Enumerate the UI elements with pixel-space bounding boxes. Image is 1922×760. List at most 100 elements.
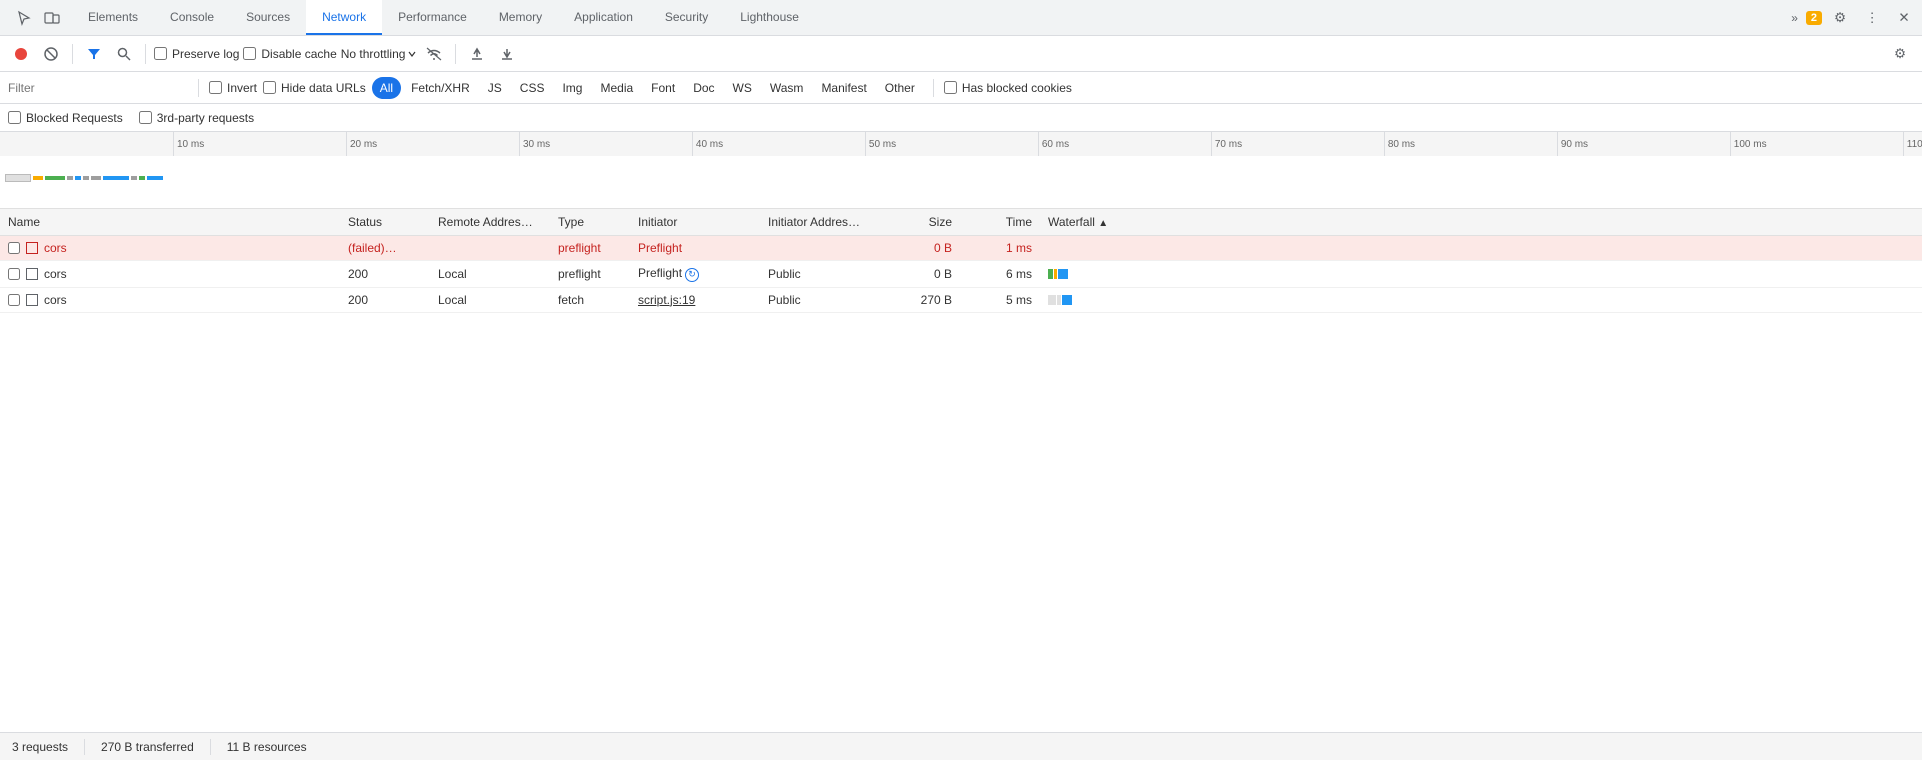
network-panel-settings-icon[interactable]: ⚙	[1886, 40, 1914, 68]
disable-cache-checkbox[interactable]	[243, 47, 256, 60]
tab-elements[interactable]: Elements	[72, 0, 154, 35]
filter-btn-ws[interactable]: WS	[725, 77, 760, 99]
wf-segment	[1054, 269, 1057, 279]
row-name: cors	[44, 241, 67, 255]
filter-btn-img[interactable]: Img	[554, 77, 590, 99]
wf-segment	[1057, 295, 1061, 305]
row-size: 0 B	[880, 261, 960, 288]
filter-btn-manifest[interactable]: Manifest	[813, 77, 874, 99]
wf-tick: 50 ms	[865, 132, 896, 156]
preflight-refresh-icon: ↻	[685, 268, 699, 282]
tab-network[interactable]: Network	[306, 0, 382, 35]
has-blocked-cookies-text: Has blocked cookies	[962, 81, 1072, 95]
tab-memory[interactable]: Memory	[483, 0, 558, 35]
waterfall-timeline: 10 ms20 ms30 ms40 ms50 ms60 ms70 ms80 ms…	[0, 132, 1922, 209]
tab-security[interactable]: Security	[649, 0, 724, 35]
filter-btn-css[interactable]: CSS	[512, 77, 553, 99]
device-toggle-icon[interactable]	[40, 6, 64, 30]
preserve-log-label[interactable]: Preserve log	[154, 47, 239, 61]
filter-btn-media[interactable]: Media	[592, 77, 641, 99]
col-header-remote[interactable]: Remote Addres…	[430, 209, 550, 236]
preserve-log-text: Preserve log	[172, 47, 239, 61]
resources-size: 11 B resources	[227, 740, 307, 754]
settings-icon[interactable]: ⚙	[1826, 4, 1854, 32]
third-party-checkbox[interactable]	[139, 111, 152, 124]
row-remote	[430, 236, 550, 261]
disable-cache-text: Disable cache	[261, 47, 336, 61]
row-checkbox[interactable]	[8, 294, 20, 306]
preserve-log-checkbox[interactable]	[154, 47, 167, 60]
row-init-addr: Public	[760, 261, 880, 288]
col-header-size[interactable]: Size	[880, 209, 960, 236]
col-header-status[interactable]: Status	[340, 209, 430, 236]
clear-btn[interactable]	[38, 41, 64, 67]
hide-data-urls-checkbox[interactable]	[263, 81, 276, 94]
filter-btn-doc[interactable]: Doc	[685, 77, 722, 99]
tab-console[interactable]: Console	[154, 0, 230, 35]
filter-toggle-btn[interactable]	[81, 41, 107, 67]
row-indicator	[26, 294, 38, 306]
row-initiator: script.js:19	[630, 287, 760, 312]
col-header-name[interactable]: Name	[0, 209, 340, 236]
wf-tick: 60 ms	[1038, 132, 1069, 156]
tab-performance[interactable]: Performance	[382, 0, 483, 35]
record-btn[interactable]	[8, 41, 34, 67]
filter-btn-font[interactable]: Font	[643, 77, 683, 99]
invert-text: Invert	[227, 81, 257, 95]
wf-tick: 20 ms	[346, 132, 377, 156]
devtools-icons	[4, 6, 72, 30]
more-options-icon[interactable]: ⋮	[1858, 4, 1886, 32]
waterfall-minimap	[0, 156, 1922, 208]
filter-btn-all[interactable]: All	[372, 77, 401, 99]
wifi-icon[interactable]	[421, 41, 447, 67]
row-size: 270 B	[880, 287, 960, 312]
more-tabs-btn[interactable]: »	[1783, 11, 1806, 25]
wf-tick: 90 ms	[1557, 132, 1588, 156]
col-header-init_addr[interactable]: Initiator Addres…	[760, 209, 880, 236]
hide-data-urls-text: Hide data URLs	[281, 81, 366, 95]
import-btn[interactable]	[464, 41, 490, 67]
invert-label[interactable]: Invert	[209, 81, 257, 95]
table-header-row: NameStatusRemote Addres…TypeInitiatorIni…	[0, 209, 1922, 236]
tab-lighthouse[interactable]: Lighthouse	[724, 0, 815, 35]
filter-btn-fetch/xhr[interactable]: Fetch/XHR	[403, 77, 478, 99]
export-btn[interactable]	[494, 41, 520, 67]
close-devtools-icon[interactable]: ✕	[1890, 4, 1918, 32]
blocked-requests-checkbox[interactable]	[8, 111, 21, 124]
third-party-label[interactable]: 3rd-party requests	[139, 111, 254, 125]
throttle-label: No throttling	[341, 47, 406, 61]
row-status: (failed)…	[340, 236, 430, 261]
row-type: preflight	[550, 261, 630, 288]
issues-badge[interactable]: 2	[1806, 11, 1822, 25]
table-row[interactable]: cors(failed)…preflightPreflight0 B1 ms	[0, 236, 1922, 261]
tab-application[interactable]: Application	[558, 0, 649, 35]
hide-data-urls-label[interactable]: Hide data URLs	[263, 81, 366, 95]
filter-input[interactable]	[8, 81, 188, 95]
filter-buttons: AllFetch/XHRJSCSSImgMediaFontDocWSWasmMa…	[372, 77, 923, 99]
table-row[interactable]: cors200LocalpreflightPreflight↻Public0 B…	[0, 261, 1922, 288]
col-header-time[interactable]: Time	[960, 209, 1040, 236]
filter-btn-js[interactable]: JS	[480, 77, 510, 99]
row-checkbox[interactable]	[8, 242, 20, 254]
wf-segment	[1048, 295, 1056, 305]
invert-checkbox[interactable]	[209, 81, 222, 94]
filter-btn-wasm[interactable]: Wasm	[762, 77, 812, 99]
search-btn[interactable]	[111, 41, 137, 67]
blocked-requests-text: Blocked Requests	[26, 111, 123, 125]
col-header-initiator[interactable]: Initiator	[630, 209, 760, 236]
row-init-addr: Public	[760, 287, 880, 312]
has-blocked-cookies-checkbox[interactable]	[944, 81, 957, 94]
wf-segment	[1048, 269, 1053, 279]
filter-btn-other[interactable]: Other	[877, 77, 923, 99]
col-header-waterfall[interactable]: Waterfall ▲	[1040, 209, 1922, 236]
tab-sources[interactable]: Sources	[230, 0, 306, 35]
table-empty-space	[0, 313, 1922, 513]
blocked-requests-label[interactable]: Blocked Requests	[8, 111, 123, 125]
col-header-type[interactable]: Type	[550, 209, 630, 236]
disable-cache-label[interactable]: Disable cache	[243, 47, 336, 61]
table-row[interactable]: cors200Localfetchscript.js:19Public270 B…	[0, 287, 1922, 312]
has-blocked-cookies-label[interactable]: Has blocked cookies	[944, 81, 1072, 95]
cursor-icon[interactable]	[12, 6, 36, 30]
row-checkbox[interactable]	[8, 268, 20, 280]
throttle-select[interactable]: No throttling	[341, 47, 418, 61]
